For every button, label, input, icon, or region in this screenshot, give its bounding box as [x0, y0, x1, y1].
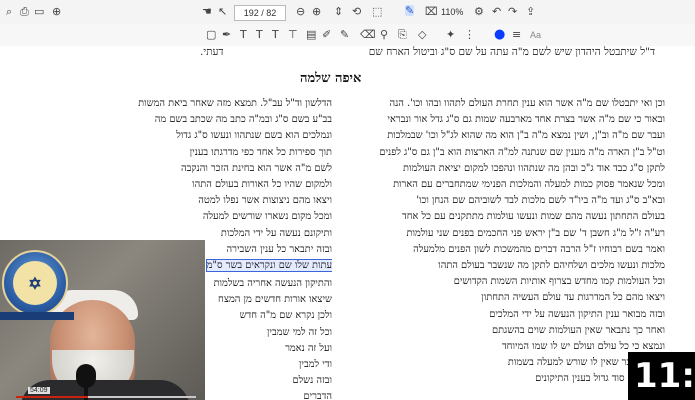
section-title: איפה שלמה: [300, 71, 362, 86]
clock-display: 11:2: [628, 352, 695, 400]
text-line: מלכות ונעשו מלכים ושלחיהם לתקן מה שנשבר …: [438, 260, 665, 272]
font-size-label[interactable]: Aa: [530, 30, 541, 40]
text-line: וכן ואי יתבטלו שם מ"ה אשר הוא ענין תחרת …: [389, 98, 665, 109]
main-toolbar: ⌕ ⎙ ▭ ⊕ ☚ ↖ 192 / 82 ⊖ ⊕ ⇕ ⟲ ⬚ ✎ ⌧ 110% …: [0, 0, 695, 25]
text-line: בעולם התחתון נעשה מהם שמות ונעשו עולמות …: [402, 211, 665, 223]
color-dot-icon[interactable]: ●: [494, 28, 505, 41]
text-line: הדלשון וד"ל עב"ל. תמצא מזה שאחר ביאת המש…: [138, 98, 332, 109]
channel-logo: ✡: [2, 250, 68, 316]
page-indicator[interactable]: 192 / 82: [234, 5, 286, 21]
zoom-out-icon[interactable]: ⊖: [296, 6, 305, 17]
brush-icon[interactable]: ✐: [322, 29, 331, 40]
annotate-icon[interactable]: ✎: [405, 5, 415, 16]
text-line: לתקן ס"ג כבד אוד ג"כ ובהן מה שנתהוו ונהפ…: [403, 162, 665, 174]
pen-icon[interactable]: ✒: [222, 29, 231, 40]
text-line: ועל זה נאמר: [285, 342, 332, 354]
text-line: ובא"ב ס"ג ועד מ"ה ביו"ד לשם מלכות לבד לש…: [416, 195, 665, 207]
text-line: תוך ספירות כל אחד כפי מדרגתו בענין: [189, 146, 332, 158]
text-line: שיצאו אורות חדשים מן המצח: [218, 294, 332, 306]
logo-ribbon: [0, 312, 74, 320]
selected-text[interactable]: עתות שלו שם ונקראים בשר ס"מ: [205, 259, 332, 273]
video-progress-bar[interactable]: [16, 396, 196, 398]
text-line: ודי למבין: [298, 359, 332, 371]
text-line: ובזה נשלם: [292, 375, 332, 387]
shapes-icon[interactable]: ◇: [418, 29, 426, 40]
export-icon[interactable]: ⇪: [526, 6, 535, 17]
microphone-icon: [76, 364, 96, 388]
text-line: ומכל מקום נשארו שורשים למעלה: [202, 211, 332, 223]
video-progress-fill: [16, 396, 88, 398]
tool-icon[interactable]: ⌧: [425, 6, 438, 17]
video-timestamp: 54:09: [28, 387, 50, 394]
text-line: ונמלכים הוא בשם שנתהוו ונעשו ס"ג גדול: [176, 130, 332, 142]
stamp-icon[interactable]: ⚲: [380, 29, 388, 40]
text-line: ולמקום שהיו כל האורות בעולם התהו: [192, 179, 332, 191]
text-line: והבן כי זה סוד גדול בענין התיקונים: [535, 373, 665, 385]
text-line: ועבר שם מ"ה וב"ן, ושין נמצא מ"ה ב"ן הוא …: [387, 130, 665, 142]
text-line: והתיקון הנעשה אחריה בשלמות: [213, 278, 332, 289]
text-line: ויצאו מהם ניצוצות אשר נפלו למטה: [198, 195, 332, 207]
text-line: ויצאו מהם כל המדרגות עד עולם העשיה התחתו…: [481, 292, 665, 304]
undo-icon[interactable]: ↶: [492, 6, 501, 17]
text-column-right[interactable]: וכן ואי יתבטלו שם מ"ה אשר הוא ענין תחרת …: [335, 96, 665, 400]
text-field-icon[interactable]: ⊤: [288, 29, 298, 40]
text-line: וכל זה למי שמבין: [266, 326, 332, 338]
running-header: ד"ל שיתבטל היהדון שיש לשם מ"ה עתה על שם …: [368, 46, 655, 58]
text-line: ובזה מבואר ענין התיקון הנעשה על ידי המלכ…: [489, 308, 665, 320]
zoom-in-icon[interactable]: ⊕: [312, 6, 321, 17]
gear-icon[interactable]: ⚙: [474, 6, 484, 17]
more-icon[interactable]: ⋮: [464, 29, 475, 40]
text-line: וכל העולמות קמו מחדש בצרוף אותיות השמות …: [453, 276, 665, 288]
text-column-left-lower[interactable]: והתיקון הנעשה אחריה בשלמות שיצאו אורות ח…: [205, 276, 332, 400]
save-icon[interactable]: ⎙: [20, 6, 29, 17]
eraser-icon[interactable]: ⌫: [360, 29, 376, 40]
text-box-icon[interactable]: T: [256, 29, 263, 40]
text-line: ואין לך דבר שאין לו שורש למעלה בשמות: [507, 357, 665, 369]
text-icon[interactable]: T: [240, 29, 247, 40]
logo-emblem-icon: ✡: [13, 261, 57, 305]
text-line: ונמצא כי כל עולם ועולם יש לו שמו המיוחד: [501, 341, 665, 353]
text-line: לשם מ"ה אשר הוא בחינת הזכר והנקבה: [180, 162, 332, 174]
line-weight-icon[interactable]: ≡: [512, 29, 521, 40]
comment-icon[interactable]: ▢: [206, 29, 216, 40]
zoom-select[interactable]: 110%: [441, 7, 463, 17]
select-icon[interactable]: ⬚: [372, 6, 382, 17]
search-icon[interactable]: ⌕: [6, 6, 12, 17]
text-line: ואמר בשם רבוחיו ז"ל הרבה דברים מהמשכות ל…: [413, 243, 665, 255]
text-line: ומכל שנאמר פסוק כמות למעלה והמלכות הפנימ…: [393, 179, 665, 191]
text-line: ואחר כך נתבאר שאין העולמות שוים בהשגתם: [491, 324, 665, 336]
text-line: וט"ל ב"ן הארה מ"ה מענין שם שנתנה למ"ה הא…: [379, 146, 665, 158]
text-line: ולכן נקרא שם מ"ה חדש: [239, 310, 332, 322]
text-line: הדברים: [303, 391, 332, 400]
zoom-icon[interactable]: ⊕: [52, 6, 61, 17]
print-icon[interactable]: ▭: [34, 6, 44, 17]
text-line: רע"ה ז"ל מ"ג חשבן ד' שם ב"ן יראש פני החכ…: [406, 227, 666, 239]
fit-icon[interactable]: ⇕: [334, 6, 343, 17]
hand-icon[interactable]: ☚: [202, 6, 212, 17]
running-header-left: דעתי.: [200, 46, 224, 58]
rotate-icon[interactable]: ⟲: [352, 6, 361, 17]
text-line: ובאור כי שם מ"ה אשר בצרת אחד מארבעה שמות…: [387, 114, 665, 126]
pointer-icon[interactable]: ↖: [218, 6, 227, 17]
attach-icon[interactable]: ⎘: [398, 29, 407, 40]
annotation-toolbar: ment ▢ ✒ T T T ⊤ ▤ ✐ ✎ ⌫ ⚲ ⎘ ◇ ✦ ⋮ ● ≡ A…: [0, 24, 695, 63]
pin-icon[interactable]: ✦: [446, 29, 455, 40]
redo-icon[interactable]: ↷: [508, 6, 517, 17]
note-icon[interactable]: ▤: [306, 29, 316, 40]
text-line: בב"ע בשם ס"ג ובמ"ה כתב מה שכתב בשם מה: [154, 114, 332, 126]
callout-icon[interactable]: T: [272, 29, 279, 40]
highlighter-icon[interactable]: ✎: [340, 29, 349, 40]
